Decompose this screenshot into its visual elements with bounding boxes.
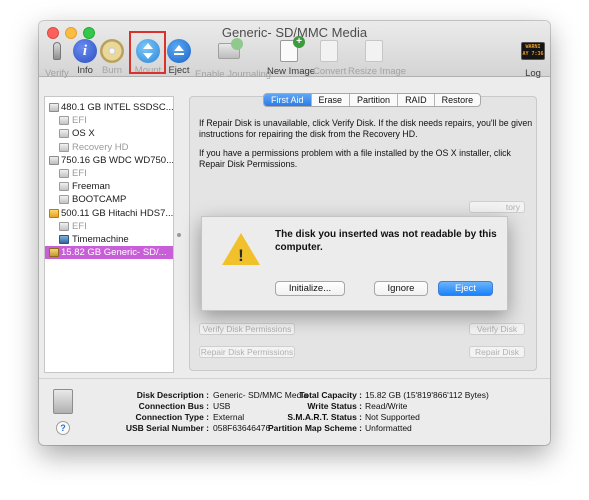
sidebar-volume-item[interactable]: EFI xyxy=(45,167,173,180)
info-icon: i xyxy=(73,39,97,63)
convert-icon xyxy=(317,40,341,64)
new-image-button[interactable]: + New Image xyxy=(267,36,315,77)
sidebar-item-label: 750.16 GB WDC WD750... xyxy=(61,154,173,166)
sidebar-disk-item[interactable]: 15.82 GB Generic- SD/... xyxy=(45,246,173,260)
initialize-button[interactable]: Initialize... xyxy=(275,281,345,296)
info-row-6: Write Status : Read/Write xyxy=(307,401,408,411)
verify-disk-permissions-button[interactable]: Verify Disk Permissions xyxy=(199,323,295,335)
sidebar-volume-item[interactable]: EFI xyxy=(45,114,173,127)
journaling-icon xyxy=(217,38,243,67)
mount-highlight-box xyxy=(129,31,166,74)
volume-icon xyxy=(59,142,69,152)
sidebar-disk-item[interactable]: 500.11 GB Hitachi HDS7... xyxy=(45,207,173,220)
microscope-icon xyxy=(45,42,69,66)
resize-image-button[interactable]: Resize Image xyxy=(348,39,406,77)
enable-journaling-button[interactable]: Enable Journaling xyxy=(195,38,271,80)
sidebar-volume-item[interactable]: EFI xyxy=(45,220,173,233)
sidebar-item-label: 15.82 GB Generic- SD/... xyxy=(61,247,167,259)
hard-disk-icon xyxy=(49,103,59,112)
repair-disk-permissions-button[interactable]: Repair Disk Permissions xyxy=(199,346,295,358)
disk-sidebar[interactable]: 480.1 GB INTEL SSDSC... EFI OS X Recovery H… xyxy=(44,96,174,373)
tab-erase[interactable]: Erase xyxy=(312,94,351,106)
volume-icon xyxy=(59,169,69,178)
sidebar-item-label: EFI xyxy=(72,220,87,232)
sidebar-item-label: BOOTCAMP xyxy=(72,194,127,206)
verify-disk-button[interactable]: Verify Disk xyxy=(469,323,525,335)
volume-icon xyxy=(59,195,69,205)
info-button[interactable]: i Info xyxy=(73,39,97,76)
split-resize-handle[interactable] xyxy=(177,233,181,237)
tab-raid[interactable]: RAID xyxy=(398,94,435,106)
ignore-button[interactable]: Ignore xyxy=(374,281,428,296)
tab-first-aid[interactable]: First Aid xyxy=(264,94,312,106)
info-row-5: Total Capacity : 15.82 GB (15'819'866'11… xyxy=(299,390,489,400)
hard-disk-icon xyxy=(49,155,59,165)
sidebar-item-label: EFI xyxy=(72,115,87,127)
log-icon: WARNI AY 7:36 xyxy=(521,42,545,66)
sidebar-item-label: 480.1 GB INTEL SSDSC... xyxy=(61,102,173,113)
external-disk-icon xyxy=(49,208,59,218)
info-row-8: Partition Map Scheme : Unformatted xyxy=(268,423,412,433)
sidebar-volume-item[interactable]: Freeman xyxy=(45,180,173,193)
repair-disk-button[interactable]: Repair Disk xyxy=(469,346,525,358)
disk-utility-window: Generic- SD/MMC Media Verify i Info Burn… xyxy=(39,21,550,445)
info-row-7: S.M.A.R.T. Status : Not Supported xyxy=(287,412,420,422)
burn-button[interactable]: Burn xyxy=(99,39,125,76)
hard-disk-icon xyxy=(53,389,73,414)
time-machine-icon xyxy=(59,235,69,244)
log-icon-text: WARNI AY 7:36 xyxy=(521,42,545,60)
resize-image-icon xyxy=(362,40,386,64)
tab-partition[interactable]: Partition xyxy=(350,94,399,106)
sidebar-item-label: Recovery HD xyxy=(72,141,129,153)
first-aid-instructions-repair: If Repair Disk is unavailable, click Ver… xyxy=(199,118,533,139)
first-aid-instructions-permissions: If you have a permissions problem with a… xyxy=(199,148,511,169)
burn-disc-icon xyxy=(100,39,124,63)
volume-icon xyxy=(59,182,69,192)
toolbar: Generic- SD/MMC Media Verify i Info Burn… xyxy=(39,21,550,80)
unreadable-disk-alert: ! The disk you inserted was not readable… xyxy=(201,216,508,311)
sidebar-item-label: OS X xyxy=(72,128,95,140)
sidebar-item-label: EFI xyxy=(72,168,87,179)
volume-icon xyxy=(59,116,69,126)
sd-card-icon xyxy=(49,248,59,258)
sidebar-disk-item[interactable]: 480.1 GB INTEL SSDSC... xyxy=(45,101,173,114)
sidebar-volume-item[interactable]: Timemachine xyxy=(45,233,173,246)
eject-button[interactable]: Eject xyxy=(167,39,191,76)
sidebar-item-label: 500.11 GB Hitachi HDS7... xyxy=(61,207,173,219)
log-button[interactable]: WARNI AY 7:36 Log xyxy=(521,39,545,79)
sidebar-disk-item[interactable]: 750.16 GB WDC WD750... xyxy=(45,154,173,167)
alert-message: The disk you inserted was not readable b… xyxy=(275,229,497,253)
eject-icon xyxy=(167,39,191,63)
sidebar-item-label: Freeman xyxy=(72,181,111,193)
show-details-button[interactable]: tory xyxy=(469,201,525,213)
sidebar-volume-item[interactable]: Recovery HD xyxy=(45,141,173,154)
sidebar-volume-item[interactable]: BOOTCAMP xyxy=(45,193,173,206)
volume-icon xyxy=(59,221,69,231)
new-image-icon: + xyxy=(277,36,305,64)
convert-button[interactable]: Convert xyxy=(313,39,346,77)
tab-restore[interactable]: Restore xyxy=(435,94,481,106)
sidebar-item-label: Timemachine xyxy=(72,234,129,245)
sidebar-volume-item[interactable]: OS X xyxy=(45,127,173,140)
tab-bar: First Aid Erase Partition RAID Restore xyxy=(263,93,482,107)
volume-icon xyxy=(59,129,69,139)
verify-button[interactable]: Verify xyxy=(45,39,69,79)
info-divider xyxy=(39,378,550,379)
help-button[interactable]: ? xyxy=(56,421,70,435)
alert-eject-button[interactable]: Eject xyxy=(438,281,493,296)
